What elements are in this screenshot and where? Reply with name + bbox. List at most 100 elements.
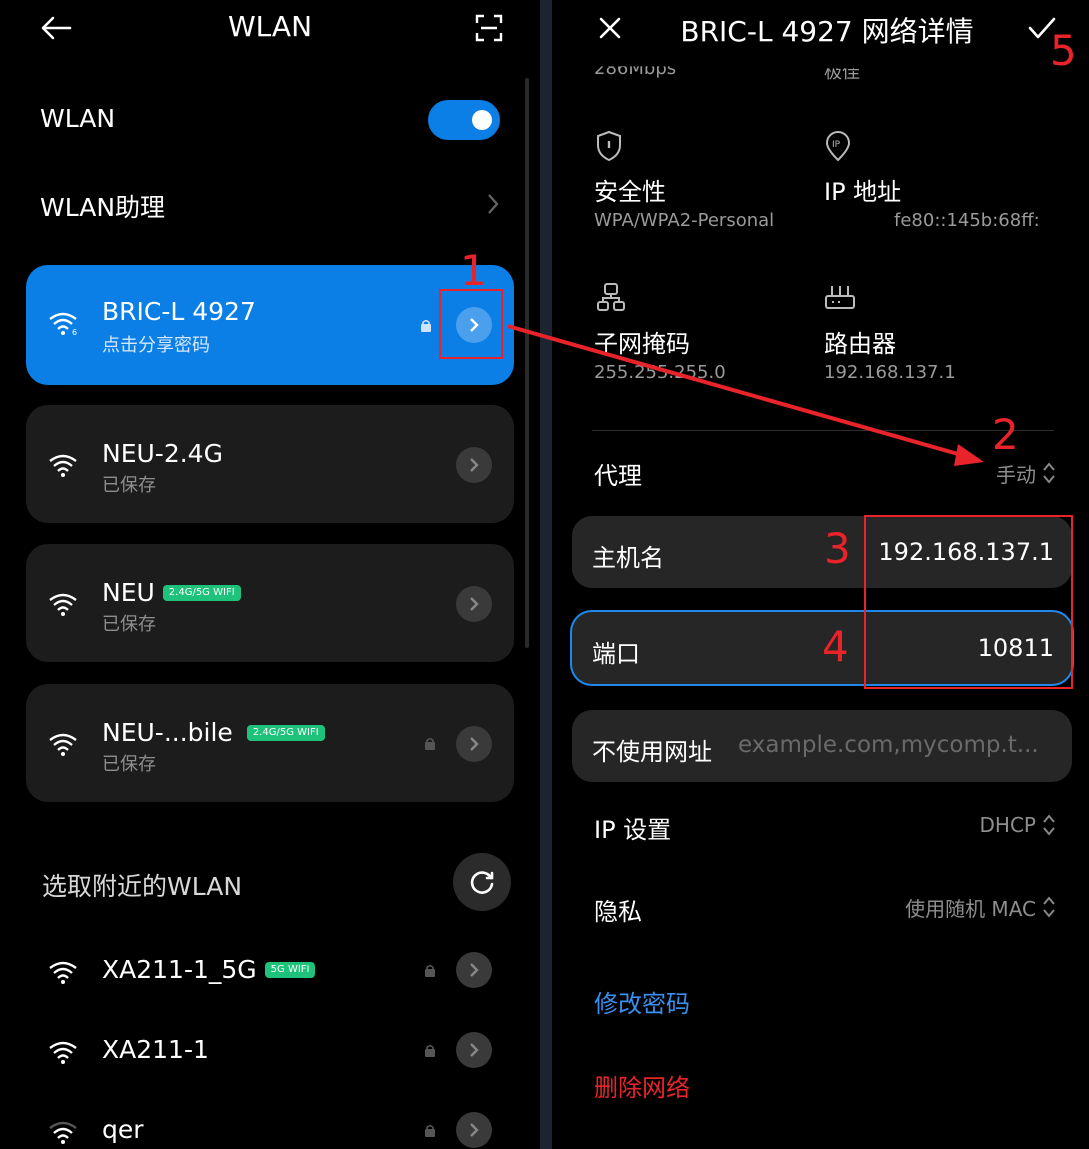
subnet-mask-value: 255.255.255.0 xyxy=(594,362,726,383)
wifi-icon xyxy=(49,1041,77,1064)
privacy-select[interactable]: 使用随机 MAC xyxy=(852,892,1056,922)
refresh-icon xyxy=(470,871,494,894)
wifi-6-icon: 6 xyxy=(49,312,77,335)
lock-icon xyxy=(425,964,435,977)
security-label: 安全性 xyxy=(594,178,666,206)
bypass-label: 不使用网址 xyxy=(592,738,712,766)
wlan-assistant-label[interactable]: WLAN助理 xyxy=(40,188,165,224)
chevron-right-icon xyxy=(470,1043,479,1057)
proxy-select[interactable]: 手动 xyxy=(952,458,1056,488)
ip-address-value: fe80::145b:68ff: xyxy=(894,210,1040,231)
wifi-icon xyxy=(49,733,77,756)
modify-password-link[interactable]: 修改密码 xyxy=(594,984,690,1019)
chevron-right-icon xyxy=(470,318,479,332)
network-share-hint: 点击分享密码 xyxy=(102,335,210,356)
wifi-weak-icon xyxy=(49,1121,77,1144)
nearby-network-item[interactable]: XA211-1_5G 5G WIFI xyxy=(26,940,514,1000)
back-arrow-icon[interactable] xyxy=(36,10,76,46)
ip-location-icon: IP xyxy=(825,131,851,162)
ip-settings-label: IP 设置 xyxy=(594,816,672,844)
subnet-mask-label: 子网掩码 xyxy=(594,330,690,358)
security-value: WPA/WPA2-Personal xyxy=(594,210,775,231)
bypass-field[interactable]: 不使用网址 example.com,mycomp.t... xyxy=(572,710,1072,782)
chevron-right-icon xyxy=(470,737,479,751)
band-badge: 5G WIFI xyxy=(264,961,316,978)
network-card[interactable]: NEU 2.4G/5G WIFI 已保存 xyxy=(26,544,514,662)
network-name-row: XA211-1_5G 5G WIFI xyxy=(102,955,316,984)
router-label: 路由器 xyxy=(824,330,896,358)
port-field[interactable]: 端口 10811 xyxy=(572,612,1072,684)
network-details-button[interactable] xyxy=(456,586,492,622)
network-status: 已保存 xyxy=(102,475,156,496)
network-status: 已保存 xyxy=(102,754,156,775)
up-down-icon xyxy=(1043,462,1055,484)
lock-icon xyxy=(425,1124,435,1137)
network-name: NEU-2.4G xyxy=(102,439,223,468)
lock-icon xyxy=(425,1044,435,1057)
scrollbar[interactable] xyxy=(525,78,529,648)
band-badge: 2.4G/5G WIFI xyxy=(246,724,325,741)
svg-text:IP: IP xyxy=(832,140,841,150)
network-name: NEU xyxy=(102,578,155,607)
nearby-section-title: 选取附近的WLAN xyxy=(42,872,243,901)
network-status: 已保存 xyxy=(102,614,156,635)
router-icon xyxy=(825,286,855,309)
network-details-button[interactable] xyxy=(456,307,492,343)
network-card-active[interactable]: 6 BRIC-L 4927 点击分享密码 xyxy=(26,265,514,385)
band-badge: 2.4G/5G WIFI xyxy=(162,584,241,601)
chevron-right-icon xyxy=(470,597,479,611)
refresh-button[interactable] xyxy=(453,853,511,911)
privacy-value: 使用随机 MAC xyxy=(905,896,1036,921)
delete-network-link[interactable]: 删除网络 xyxy=(594,1068,690,1103)
up-down-icon xyxy=(1043,814,1055,836)
lock-icon xyxy=(425,737,435,750)
network-details-button[interactable] xyxy=(456,1032,492,1068)
network-details-button[interactable] xyxy=(456,1112,492,1148)
network-name: XA211-1_5G xyxy=(102,955,257,984)
port-value: 10811 xyxy=(977,634,1054,662)
chevron-right-icon xyxy=(470,963,479,977)
svg-text:6: 6 xyxy=(72,328,77,335)
chevron-right-icon xyxy=(470,458,479,472)
network-name-row: NEU 2.4G/5G WIFI xyxy=(102,578,241,607)
panel-divider xyxy=(540,0,552,1149)
proxy-label: 代理 xyxy=(594,462,642,490)
section-divider xyxy=(592,430,1054,431)
hostname-field[interactable]: 主机名 192.168.137.1 xyxy=(572,516,1072,588)
nearby-network-item[interactable]: XA211-1 xyxy=(26,1020,514,1080)
network-details-button[interactable] xyxy=(456,447,492,483)
network-details-button[interactable] xyxy=(456,952,492,988)
lock-icon xyxy=(421,319,431,332)
network-name: XA211-1 xyxy=(102,1035,209,1064)
toggle-knob xyxy=(472,110,492,130)
ip-settings-select[interactable]: DHCP xyxy=(932,810,1056,840)
scan-icon[interactable] xyxy=(470,10,508,46)
ip-address-label: IP 地址 xyxy=(824,178,902,206)
router-value: 192.168.137.1 xyxy=(824,362,956,383)
bypass-placeholder: example.com,mycomp.t... xyxy=(738,732,1039,758)
network-details-screen: BRIC-L 4927 网络详情 286Mbps 极佳 安全性 WPA/WPA2… xyxy=(552,0,1089,1149)
page-title: WLAN xyxy=(227,10,313,43)
shield-icon xyxy=(597,130,621,162)
wifi-icon xyxy=(49,961,77,984)
close-icon[interactable] xyxy=(592,10,628,46)
chevron-right-icon[interactable] xyxy=(486,192,500,220)
network-card[interactable]: NEU-2.4G 已保存 xyxy=(26,405,514,523)
wifi-icon xyxy=(49,593,77,616)
port-label: 端口 xyxy=(592,640,640,668)
nearby-network-item[interactable]: qer xyxy=(26,1100,514,1149)
chevron-right-icon xyxy=(470,1123,479,1137)
ip-settings-value: DHCP xyxy=(979,813,1036,837)
details-title: BRIC-L 4927 网络详情 xyxy=(680,15,974,48)
network-name: NEU-...bile xyxy=(102,718,233,747)
network-card[interactable]: NEU-...bile 2.4G/5G WIFI 已保存 xyxy=(26,684,514,802)
check-icon[interactable] xyxy=(1024,10,1060,46)
network-details-button[interactable] xyxy=(456,726,492,762)
network-name: qer xyxy=(102,1115,144,1144)
wlan-toggle-switch[interactable] xyxy=(428,100,500,140)
hostname-value: 192.168.137.1 xyxy=(878,538,1054,566)
up-down-icon xyxy=(1043,896,1055,918)
network-name: BRIC-L 4927 xyxy=(102,297,256,326)
proxy-value: 手动 xyxy=(996,462,1036,487)
wlan-list-screen: WLAN WLAN WLAN助理 6 BRIC-L 4927 点击分享密码 NE… xyxy=(0,0,540,1149)
